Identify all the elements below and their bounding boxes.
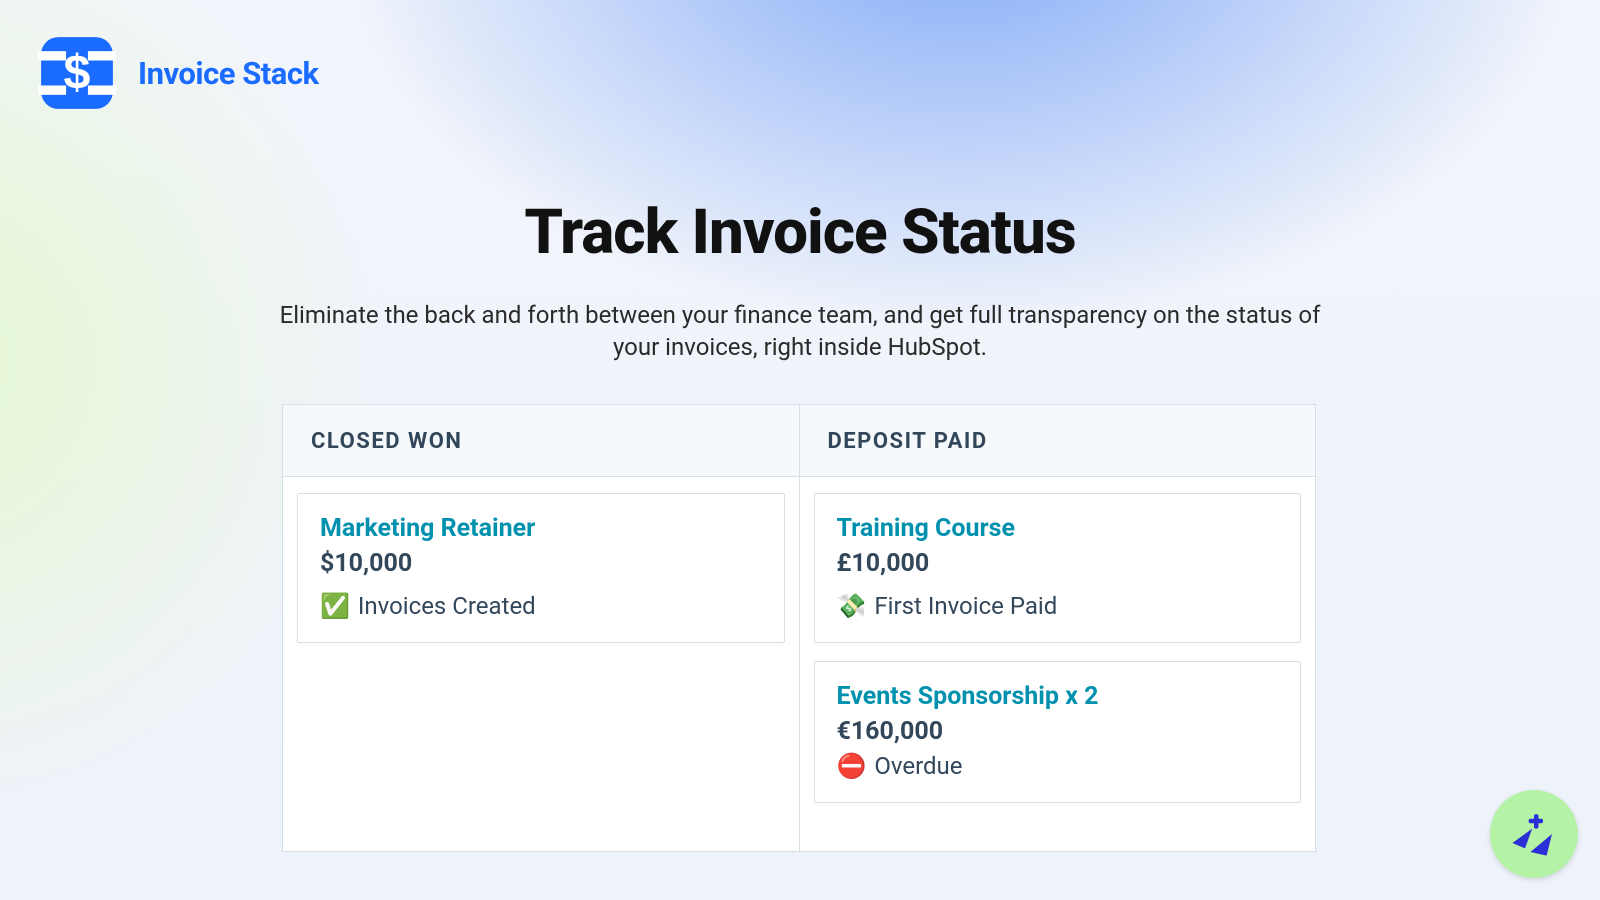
svg-text:$: $ <box>64 46 91 100</box>
deal-status: ✅ Invoices Created <box>320 592 762 620</box>
check-icon: ✅ <box>320 594 350 618</box>
support-widget-icon <box>1507 807 1561 861</box>
column-title: CLOSED WON <box>311 429 771 454</box>
column-body: Marketing Retainer $10,000 ✅ Invoices Cr… <box>283 477 799 691</box>
page-title: Track Invoice Status <box>0 196 1600 269</box>
invoice-stack-logo-icon: $ <box>38 34 116 112</box>
column-body: Training Course £10,000 💸 First Invoice … <box>800 477 1316 851</box>
column-title: DEPOSIT PAID <box>828 429 1288 454</box>
column-header: CLOSED WON <box>283 405 799 477</box>
board-column-closed-won: CLOSED WON Marketing Retainer $10,000 ✅ … <box>283 405 799 851</box>
deal-card[interactable]: Marketing Retainer $10,000 ✅ Invoices Cr… <box>297 493 785 643</box>
brand-name: Invoice Stack <box>138 55 319 92</box>
deal-status-text: First Invoice Paid <box>874 592 1057 620</box>
deal-amount: €160,000 <box>837 717 1279 746</box>
money-icon: 💸 <box>837 594 867 618</box>
support-widget-button[interactable] <box>1490 790 1578 878</box>
deal-amount: £10,000 <box>837 549 1279 578</box>
deal-status-text: Overdue <box>874 752 962 780</box>
deal-amount: $10,000 <box>320 549 762 578</box>
deal-status: 💸 First Invoice Paid <box>837 592 1279 620</box>
deal-title: Training Course <box>837 514 1279 543</box>
deal-card[interactable]: Training Course £10,000 💸 First Invoice … <box>814 493 1302 643</box>
column-header: DEPOSIT PAID <box>800 405 1316 477</box>
deal-status-text: Invoices Created <box>358 592 536 620</box>
deal-title: Events Sponsorship x 2 <box>837 682 1279 711</box>
board-column-deposit-paid: DEPOSIT PAID Training Course £10,000 💸 F… <box>799 405 1316 851</box>
no-entry-icon: ⛔ <box>837 754 867 778</box>
deal-title: Marketing Retainer <box>320 514 762 543</box>
deal-card[interactable]: Events Sponsorship x 2 €160,000 ⛔ Overdu… <box>814 661 1302 803</box>
brand-header: $ Invoice Stack <box>38 34 319 112</box>
hero-section: Track Invoice Status Eliminate the back … <box>0 196 1600 364</box>
deal-board: CLOSED WON Marketing Retainer $10,000 ✅ … <box>282 404 1316 852</box>
deal-status: ⛔ Overdue <box>837 752 1279 780</box>
page-subtitle: Eliminate the back and forth between you… <box>270 299 1330 364</box>
